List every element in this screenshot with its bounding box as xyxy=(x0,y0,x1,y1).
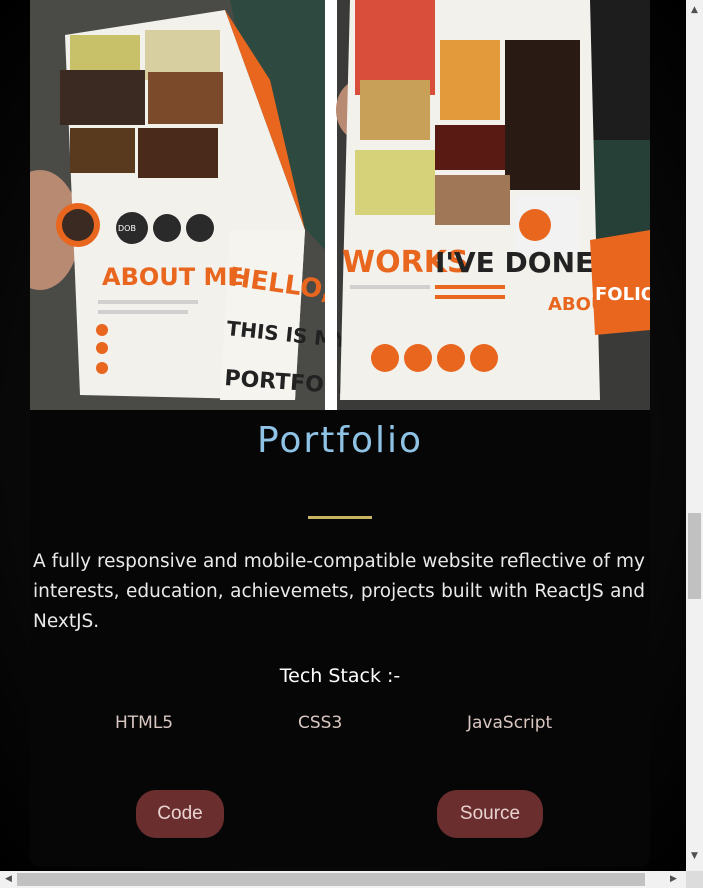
tech-stack-item-html5: HTML5 xyxy=(115,713,174,733)
horizontal-scrollbar[interactable]: ◀ ▶ xyxy=(0,871,686,888)
scroll-up-arrow-icon[interactable]: ▲ xyxy=(686,2,703,19)
scroll-down-arrow-icon[interactable]: ▼ xyxy=(686,848,703,865)
code-button[interactable]: Code xyxy=(136,790,224,838)
horizontal-scroll-thumb[interactable] xyxy=(17,873,645,886)
dob-label: DOB xyxy=(118,224,136,233)
scroll-left-arrow-icon[interactable]: ◀ xyxy=(0,871,17,888)
about-me-text: ABOUT ME xyxy=(102,263,244,291)
tech-stack-heading: Tech Stack :- xyxy=(279,665,401,687)
scrollbar-corner xyxy=(686,871,703,888)
page-viewport: DOB ABOUT ME HELLO, THIS IS MY PORTFOLIO xyxy=(0,0,686,871)
title-divider xyxy=(308,516,372,519)
vertical-scrollbar[interactable]: ▲ ▼ xyxy=(686,0,703,871)
tech-stack-item-javascript: JavaScript xyxy=(467,713,553,733)
project-description: A fully responsive and mobile-compatible… xyxy=(33,551,645,632)
tech-stack-item-css3: CSS3 xyxy=(298,713,343,733)
folio-text: FOLIO xyxy=(595,284,650,305)
project-title: Portfolio xyxy=(256,420,424,461)
ive-done-text: I'VE DONE xyxy=(435,246,594,279)
project-image: DOB ABOUT ME HELLO, THIS IS MY PORTFOLIO xyxy=(30,0,650,410)
source-button[interactable]: Source xyxy=(437,790,543,838)
project-card: DOB ABOUT ME HELLO, THIS IS MY PORTFOLIO xyxy=(30,0,650,867)
vertical-scroll-thumb[interactable] xyxy=(688,513,701,599)
scroll-right-arrow-icon[interactable]: ▶ xyxy=(665,871,682,888)
